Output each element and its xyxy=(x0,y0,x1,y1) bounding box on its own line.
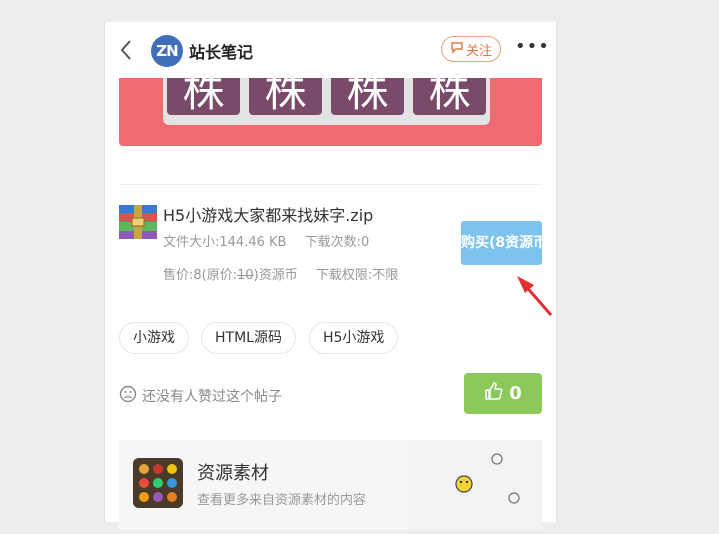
banner-image: 株 株 株 株 xyxy=(119,78,542,146)
tag-item[interactable]: 小游戏 xyxy=(119,322,189,354)
like-button[interactable]: 0 xyxy=(464,373,542,414)
price-suffix: )资源币 xyxy=(253,268,298,283)
forum-section-card[interactable]: 资源素材 查看更多来自资源素材的内容 xyxy=(119,440,542,530)
file-size: 文件大小:144.46 KB xyxy=(163,235,287,250)
price-prefix: 售价:8(原价: xyxy=(163,268,238,283)
download-count: 下载次数:0 xyxy=(304,235,370,250)
no-likes-notice: 还没有人赞过这个帖子 xyxy=(119,385,282,407)
banner-tile: 株 xyxy=(167,78,240,115)
section-title: 资源素材 xyxy=(197,463,269,484)
banner-tile: 株 xyxy=(249,78,322,115)
download-permission: 下载权限:不限 xyxy=(315,268,399,283)
tag-item[interactable]: H5小游戏 xyxy=(309,322,399,354)
thumbs-up-icon xyxy=(484,381,504,406)
follow-button[interactable]: 关注 xyxy=(441,36,501,62)
follow-label: 关注 xyxy=(465,43,492,59)
post-header: ZN 站长笔记 关注 ••• xyxy=(105,22,556,78)
more-options-icon[interactable]: ••• xyxy=(515,36,550,57)
file-name[interactable]: H5小游戏大家都来找妹字.zip xyxy=(163,202,373,226)
banner-plate: 株 株 株 株 xyxy=(163,78,490,125)
tag-item[interactable]: HTML源码 xyxy=(201,322,296,354)
file-price: 售价:8(原价:10)资源币 下载权限:不限 xyxy=(163,264,398,283)
like-count: 0 xyxy=(509,383,522,404)
archive-file-icon xyxy=(119,205,157,239)
section-thumbnail xyxy=(133,458,183,508)
avatar[interactable]: ZN xyxy=(151,35,183,67)
no-likes-text: 还没有人赞过这个帖子 xyxy=(142,389,282,405)
original-price: 10 xyxy=(237,268,254,283)
decorative-illustration xyxy=(409,440,542,530)
site-name[interactable]: 站长笔记 xyxy=(189,39,253,63)
section-subtitle: 查看更多来自资源素材的内容 xyxy=(197,493,367,508)
buy-button[interactable]: 购买(8资源币) xyxy=(461,221,542,265)
sad-face-icon xyxy=(119,385,137,407)
banner-tile: 株 xyxy=(331,78,404,115)
follow-icon xyxy=(450,40,464,58)
divider xyxy=(119,184,542,185)
post-card: ZN 站长笔记 关注 ••• 株 株 株 株 H5小游戏大家都来找妹字.zip xyxy=(104,22,557,530)
back-arrow-icon[interactable] xyxy=(117,38,137,62)
banner-tile: 株 xyxy=(413,78,486,115)
file-meta: 文件大小:144.46 KB 下载次数:0 xyxy=(163,231,369,250)
